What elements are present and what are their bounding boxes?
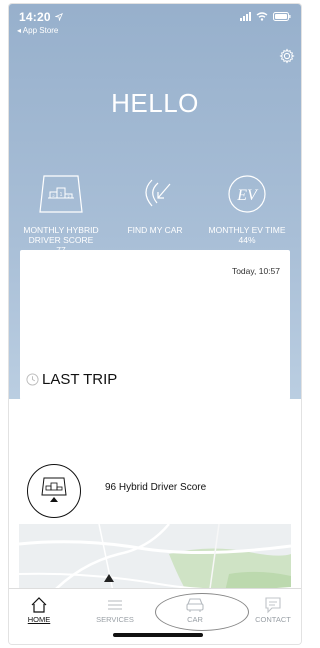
ev-icon: EV <box>228 175 266 213</box>
car-tab-highlight-oval <box>155 593 249 631</box>
tab-contact[interactable]: CONTACT <box>243 593 301 624</box>
tab-label: SERVICES <box>96 615 134 624</box>
status-time: 14:20 <box>19 10 51 24</box>
trip-score-text: 96 Hybrid Driver Score <box>105 482 207 493</box>
stat-monthly-ev-time[interactable]: EV MONTHLY EV TIME 44% <box>199 172 295 245</box>
tab-label: HOME <box>27 615 51 624</box>
battery-icon <box>273 12 291 21</box>
status-icons <box>240 12 291 21</box>
driver-score-icon: 1 2 3 <box>39 175 83 213</box>
back-to-app-store-link[interactable]: ◂ App Store <box>17 26 58 35</box>
stat-label: MONTHLY EV TIME <box>208 225 286 235</box>
location-arrow-icon <box>55 13 63 21</box>
svg-text:2: 2 <box>52 193 55 198</box>
stat-find-my-car[interactable]: FIND MY CAR <box>107 172 203 235</box>
app-screen: 14:20 ◂ App Store HELLO 1 2 3 MONTHLY HY… <box>9 4 301 644</box>
signal-icon <box>240 12 251 21</box>
last-trip-date: Today, 10:57 <box>231 266 280 276</box>
tab-label: CONTACT <box>255 615 291 624</box>
trip-map[interactable] <box>19 524 291 596</box>
driver-score-icon <box>41 477 67 502</box>
stat-monthly-driver-score[interactable]: 1 2 3 MONTHLY HYBRID DRIVER SCORE 77 <box>13 172 109 255</box>
stat-value: 44% <box>238 235 256 245</box>
clock-icon <box>26 373 39 386</box>
tab-home[interactable]: HOME <box>9 593 69 624</box>
map-graphic <box>19 524 291 596</box>
contact-icon <box>265 597 281 614</box>
settings-gear-icon[interactable] <box>279 48 295 64</box>
svg-text:1: 1 <box>60 192 63 198</box>
ev-icon-text: EV <box>236 187 259 204</box>
trip-score-badge <box>27 464 81 518</box>
tab-services[interactable]: SERVICES <box>85 593 145 624</box>
status-bar: 14:20 ◂ App Store <box>9 4 301 40</box>
stat-label: MONTHLY HYBRID DRIVER SCORE <box>23 225 99 245</box>
home-indicator <box>113 633 203 637</box>
wifi-icon <box>256 12 268 21</box>
home-icon <box>31 597 47 613</box>
stat-label: FIND MY CAR <box>127 225 183 235</box>
last-trip-title: LAST TRIP <box>42 371 118 388</box>
services-icon <box>108 600 122 610</box>
find-my-car-icon <box>145 179 171 207</box>
greeting-title: HELLO <box>111 88 199 118</box>
